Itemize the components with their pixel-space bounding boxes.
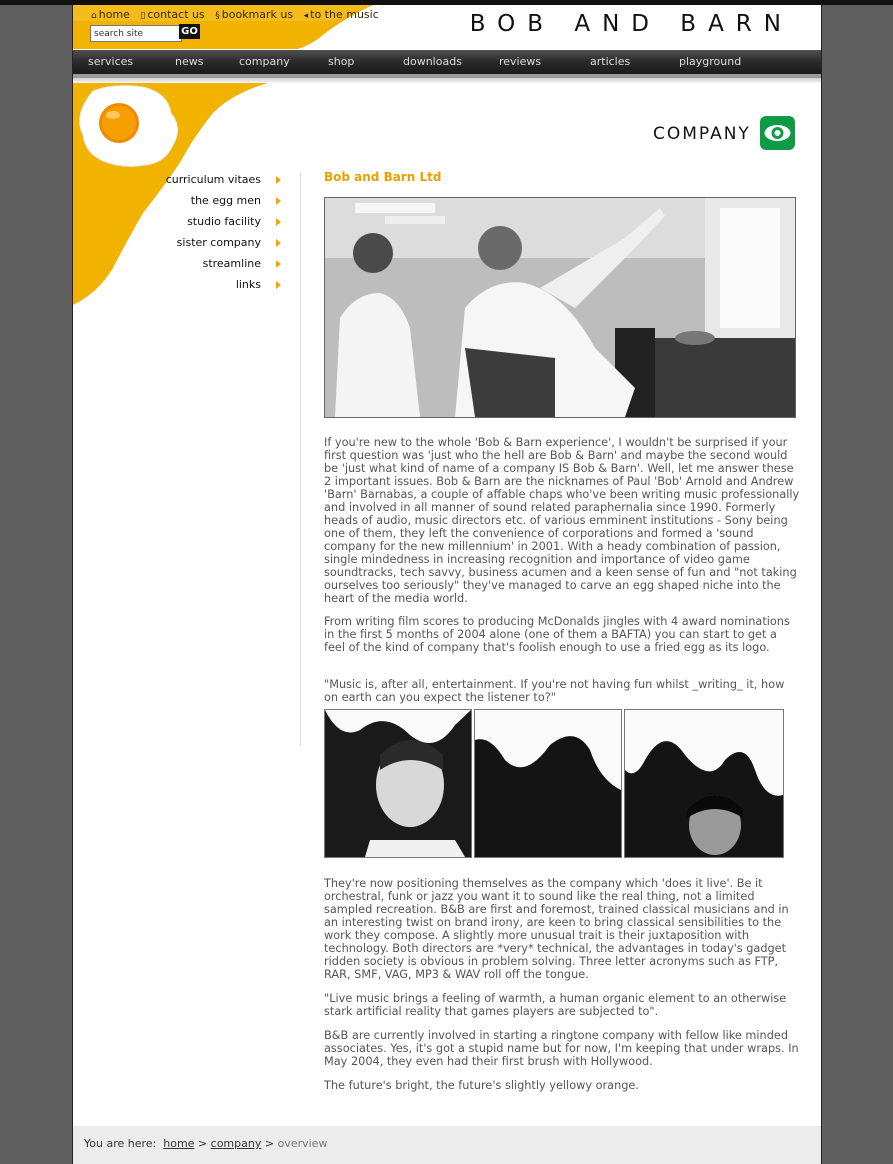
nav-playground[interactable]: playground — [679, 55, 741, 68]
sidenav-streamline[interactable]: streamline — [203, 257, 261, 270]
utility-links: ⌂ home ▯ contact us § bookmark us ◂ to the m… — [91, 8, 386, 21]
photo-bob — [324, 709, 472, 858]
bookmark-link[interactable]: § bookmark us — [215, 8, 293, 21]
quote-entertainment: "Music is, after all, entertainment. If … — [324, 678, 785, 704]
breadcrumb-home[interactable]: home — [163, 1137, 194, 1150]
eye-logo-icon — [760, 116, 795, 150]
nav-downloads[interactable]: downloads — [403, 55, 462, 68]
sidenav-curriculum-vitaes[interactable]: curriculum vitaes — [166, 173, 261, 186]
bookmark-icon: § — [215, 11, 220, 21]
breadcrumb-separator: > — [264, 1137, 275, 1150]
arrow-right-icon — [276, 239, 281, 247]
search-input[interactable] — [90, 25, 182, 42]
breadcrumb-prefix: You are here: — [84, 1137, 157, 1150]
photo-barn — [624, 709, 784, 858]
page: ⌂ home ▯ contact us § bookmark us ◂ to the m… — [72, 5, 822, 1164]
photo-egg-pattern — [474, 709, 622, 858]
section-title: COMPANY — [653, 124, 751, 144]
paragraph-awards: From writing film scores to producing Mc… — [324, 615, 790, 654]
hero-photo — [324, 197, 796, 418]
home-icon: ⌂ — [91, 11, 97, 21]
nav-news[interactable]: news — [175, 55, 203, 68]
sidenav-the-egg-men[interactable]: the egg men — [191, 194, 261, 207]
nav-articles[interactable]: articles — [590, 55, 630, 68]
paragraph-future: The future's bright, the future's slight… — [324, 1079, 639, 1092]
paragraph-ringtone: B&B are currently involved in starting a… — [324, 1029, 799, 1068]
sidenav-links[interactable]: links — [236, 278, 261, 291]
nav-services[interactable]: services — [88, 55, 133, 68]
breadcrumb-bar: You are here: home > company > overview — [73, 1126, 821, 1164]
header: ⌂ home ▯ contact us § bookmark us ◂ to the m… — [73, 5, 821, 49]
quote-live-music: "Live music brings a feeling of warmth, … — [324, 992, 787, 1018]
nav-company[interactable]: company — [239, 55, 290, 68]
main-nav: services news company shop downloads rev… — [73, 50, 821, 78]
contact-icon: ▯ — [140, 11, 146, 21]
breadcrumb-separator: > — [197, 1137, 208, 1150]
sidenav-studio-facility[interactable]: studio facility — [187, 215, 261, 228]
music-link[interactable]: ◂ to the music — [304, 8, 379, 21]
paragraph-positioning: They're now positioning themselves as th… — [324, 877, 789, 981]
arrow-right-icon — [276, 176, 281, 184]
arrow-right-icon — [276, 197, 281, 205]
search-go-button[interactable]: GO — [179, 24, 200, 39]
sidenav-sister-company[interactable]: sister company — [177, 236, 261, 249]
column-divider — [300, 173, 301, 746]
breadcrumb: You are here: home > company > overview — [84, 1137, 327, 1150]
main-content: Bob and Barn Ltd If you're new to the wh… — [324, 170, 800, 1092]
arrow-right-icon — [276, 260, 281, 268]
site-brand[interactable]: BOB AND BARN — [470, 11, 793, 37]
contact-link[interactable]: ▯ contact us — [140, 8, 204, 21]
home-link[interactable]: ⌂ home — [91, 8, 130, 21]
arrow-right-icon — [276, 218, 281, 226]
content-title: Bob and Barn Ltd — [324, 170, 442, 184]
nav-shop[interactable]: shop — [328, 55, 354, 68]
breadcrumb-current: overview — [277, 1137, 328, 1150]
nav-reviews[interactable]: reviews — [499, 55, 541, 68]
speaker-icon: ◂ — [303, 11, 309, 21]
breadcrumb-company[interactable]: company — [211, 1137, 262, 1150]
paragraph-intro: If you're new to the whole 'Bob & Barn e… — [324, 436, 800, 605]
arrow-right-icon — [276, 281, 281, 289]
